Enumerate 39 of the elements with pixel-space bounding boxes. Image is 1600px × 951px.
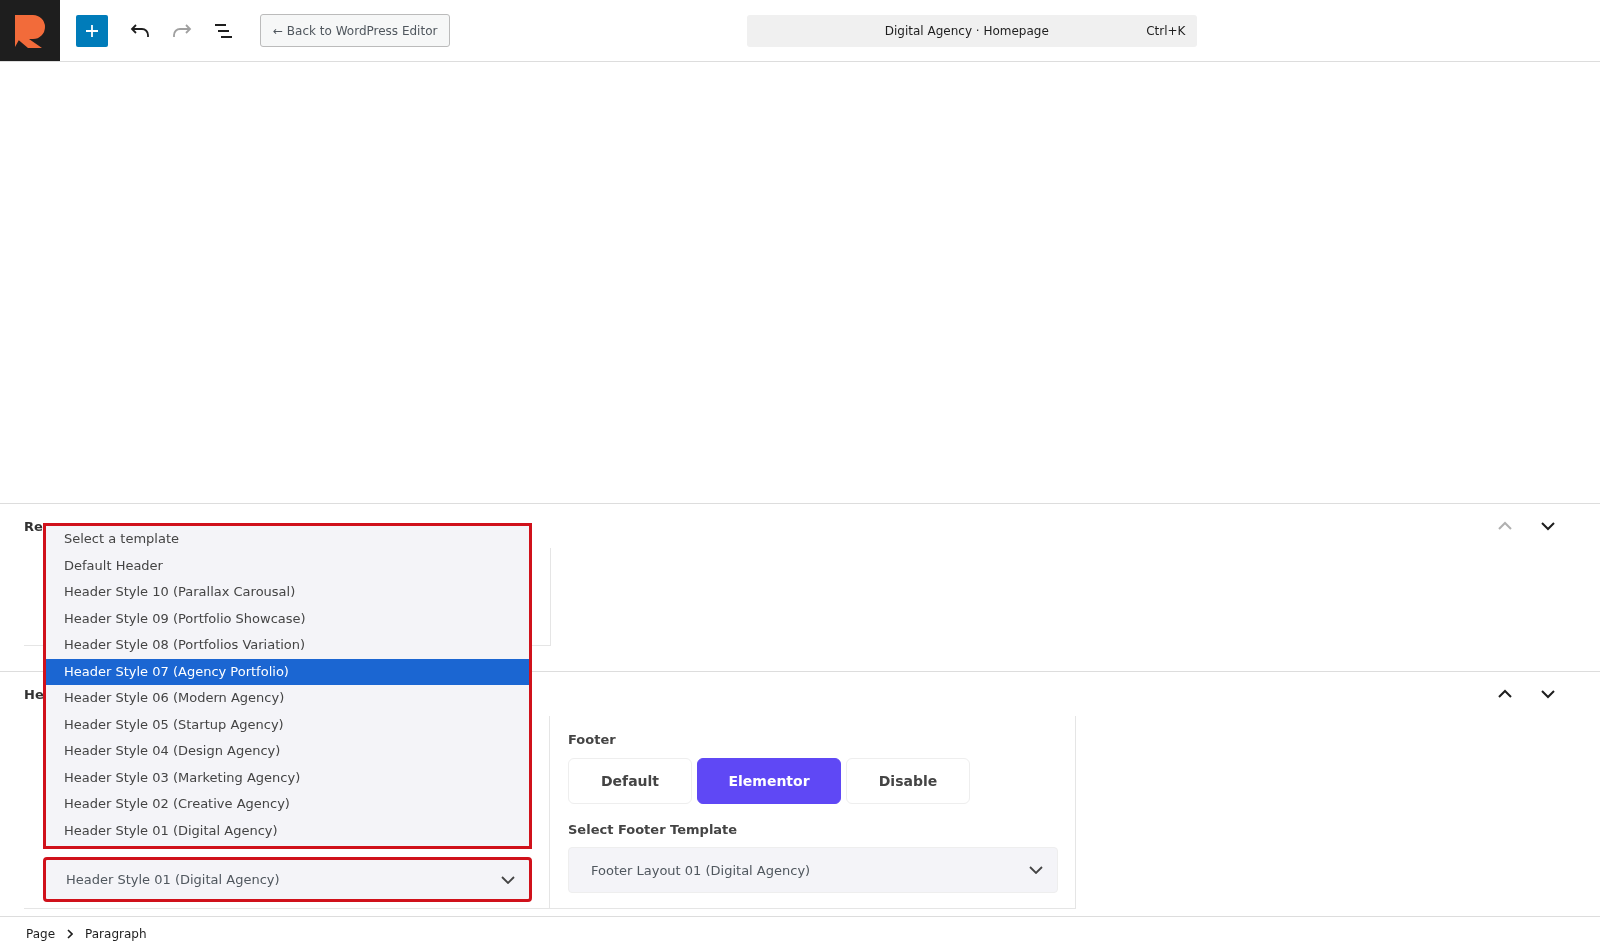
footer-option-button[interactable]: Elementor bbox=[697, 758, 841, 804]
dropdown-option[interactable]: Header Style 04 (Design Agency) bbox=[46, 738, 529, 765]
footer-template-select[interactable]: Footer Layout 01 (Digital Agency) bbox=[568, 847, 1058, 893]
site-logo[interactable] bbox=[0, 0, 60, 61]
undo-icon[interactable] bbox=[130, 23, 150, 38]
breadcrumb-link[interactable]: Page bbox=[26, 927, 56, 941]
chevron-down-icon bbox=[501, 875, 515, 884]
dropdown-option[interactable]: Select a template bbox=[46, 526, 529, 553]
dropdown-option[interactable]: Header Style 05 (Startup Agency) bbox=[46, 711, 529, 738]
back-button[interactable]: ← Back to WordPress Editor bbox=[260, 14, 451, 47]
dropdown-option[interactable]: Header Style 06 (Modern Agency) bbox=[46, 685, 529, 712]
dropdown-option[interactable]: Header Style 02 (Creative Agency) bbox=[46, 791, 529, 818]
dropdown-option[interactable]: Default Header bbox=[46, 552, 529, 579]
chevron-up-icon[interactable] bbox=[1497, 689, 1513, 699]
dropdown-option[interactable]: Header Style 01 (Digital Agency) bbox=[46, 817, 529, 844]
add-block-button[interactable] bbox=[76, 14, 108, 47]
command-bar[interactable]: Digital Agency · Homepage Ctrl+K bbox=[747, 14, 1198, 47]
dropdown-option[interactable]: Header Style 09 (Portfolio Showcase) bbox=[46, 605, 529, 632]
footer-template-label: Select Footer Template bbox=[568, 822, 739, 837]
list-view-icon[interactable] bbox=[214, 23, 234, 38]
dropdown-option[interactable]: Header Style 10 (Parallax Carousal) bbox=[46, 579, 529, 606]
logo-icon bbox=[12, 12, 48, 49]
footer-label: Footer bbox=[568, 732, 617, 747]
breadcrumb-link[interactable]: Paragraph bbox=[85, 927, 147, 941]
dropdown-option[interactable]: Header Style 03 (Marketing Agency) bbox=[46, 764, 529, 791]
dropdown-option[interactable]: Header Style 07 (Agency Portfolio) bbox=[46, 658, 529, 685]
chevron-right-icon bbox=[67, 929, 74, 939]
plus-icon bbox=[84, 22, 100, 39]
chevron-down-icon[interactable] bbox=[1540, 689, 1556, 699]
footer-option-button[interactable]: Disable bbox=[846, 758, 970, 804]
header-template-select[interactable]: Header Style 01 (Digital Agency) bbox=[43, 857, 532, 902]
document-title: Digital Agency · Homepage bbox=[883, 23, 1050, 38]
chevron-down-icon[interactable] bbox=[1540, 521, 1556, 531]
footer-option-button[interactable]: Default bbox=[568, 758, 692, 804]
panel-title: Re bbox=[24, 518, 43, 534]
panel-title: He bbox=[24, 686, 44, 702]
shortcut-hint: Ctrl+K bbox=[1146, 23, 1187, 38]
dropdown-option[interactable]: Header Style 08 (Portfolios Variation) bbox=[46, 632, 529, 659]
chevron-down-icon bbox=[1029, 866, 1043, 874]
